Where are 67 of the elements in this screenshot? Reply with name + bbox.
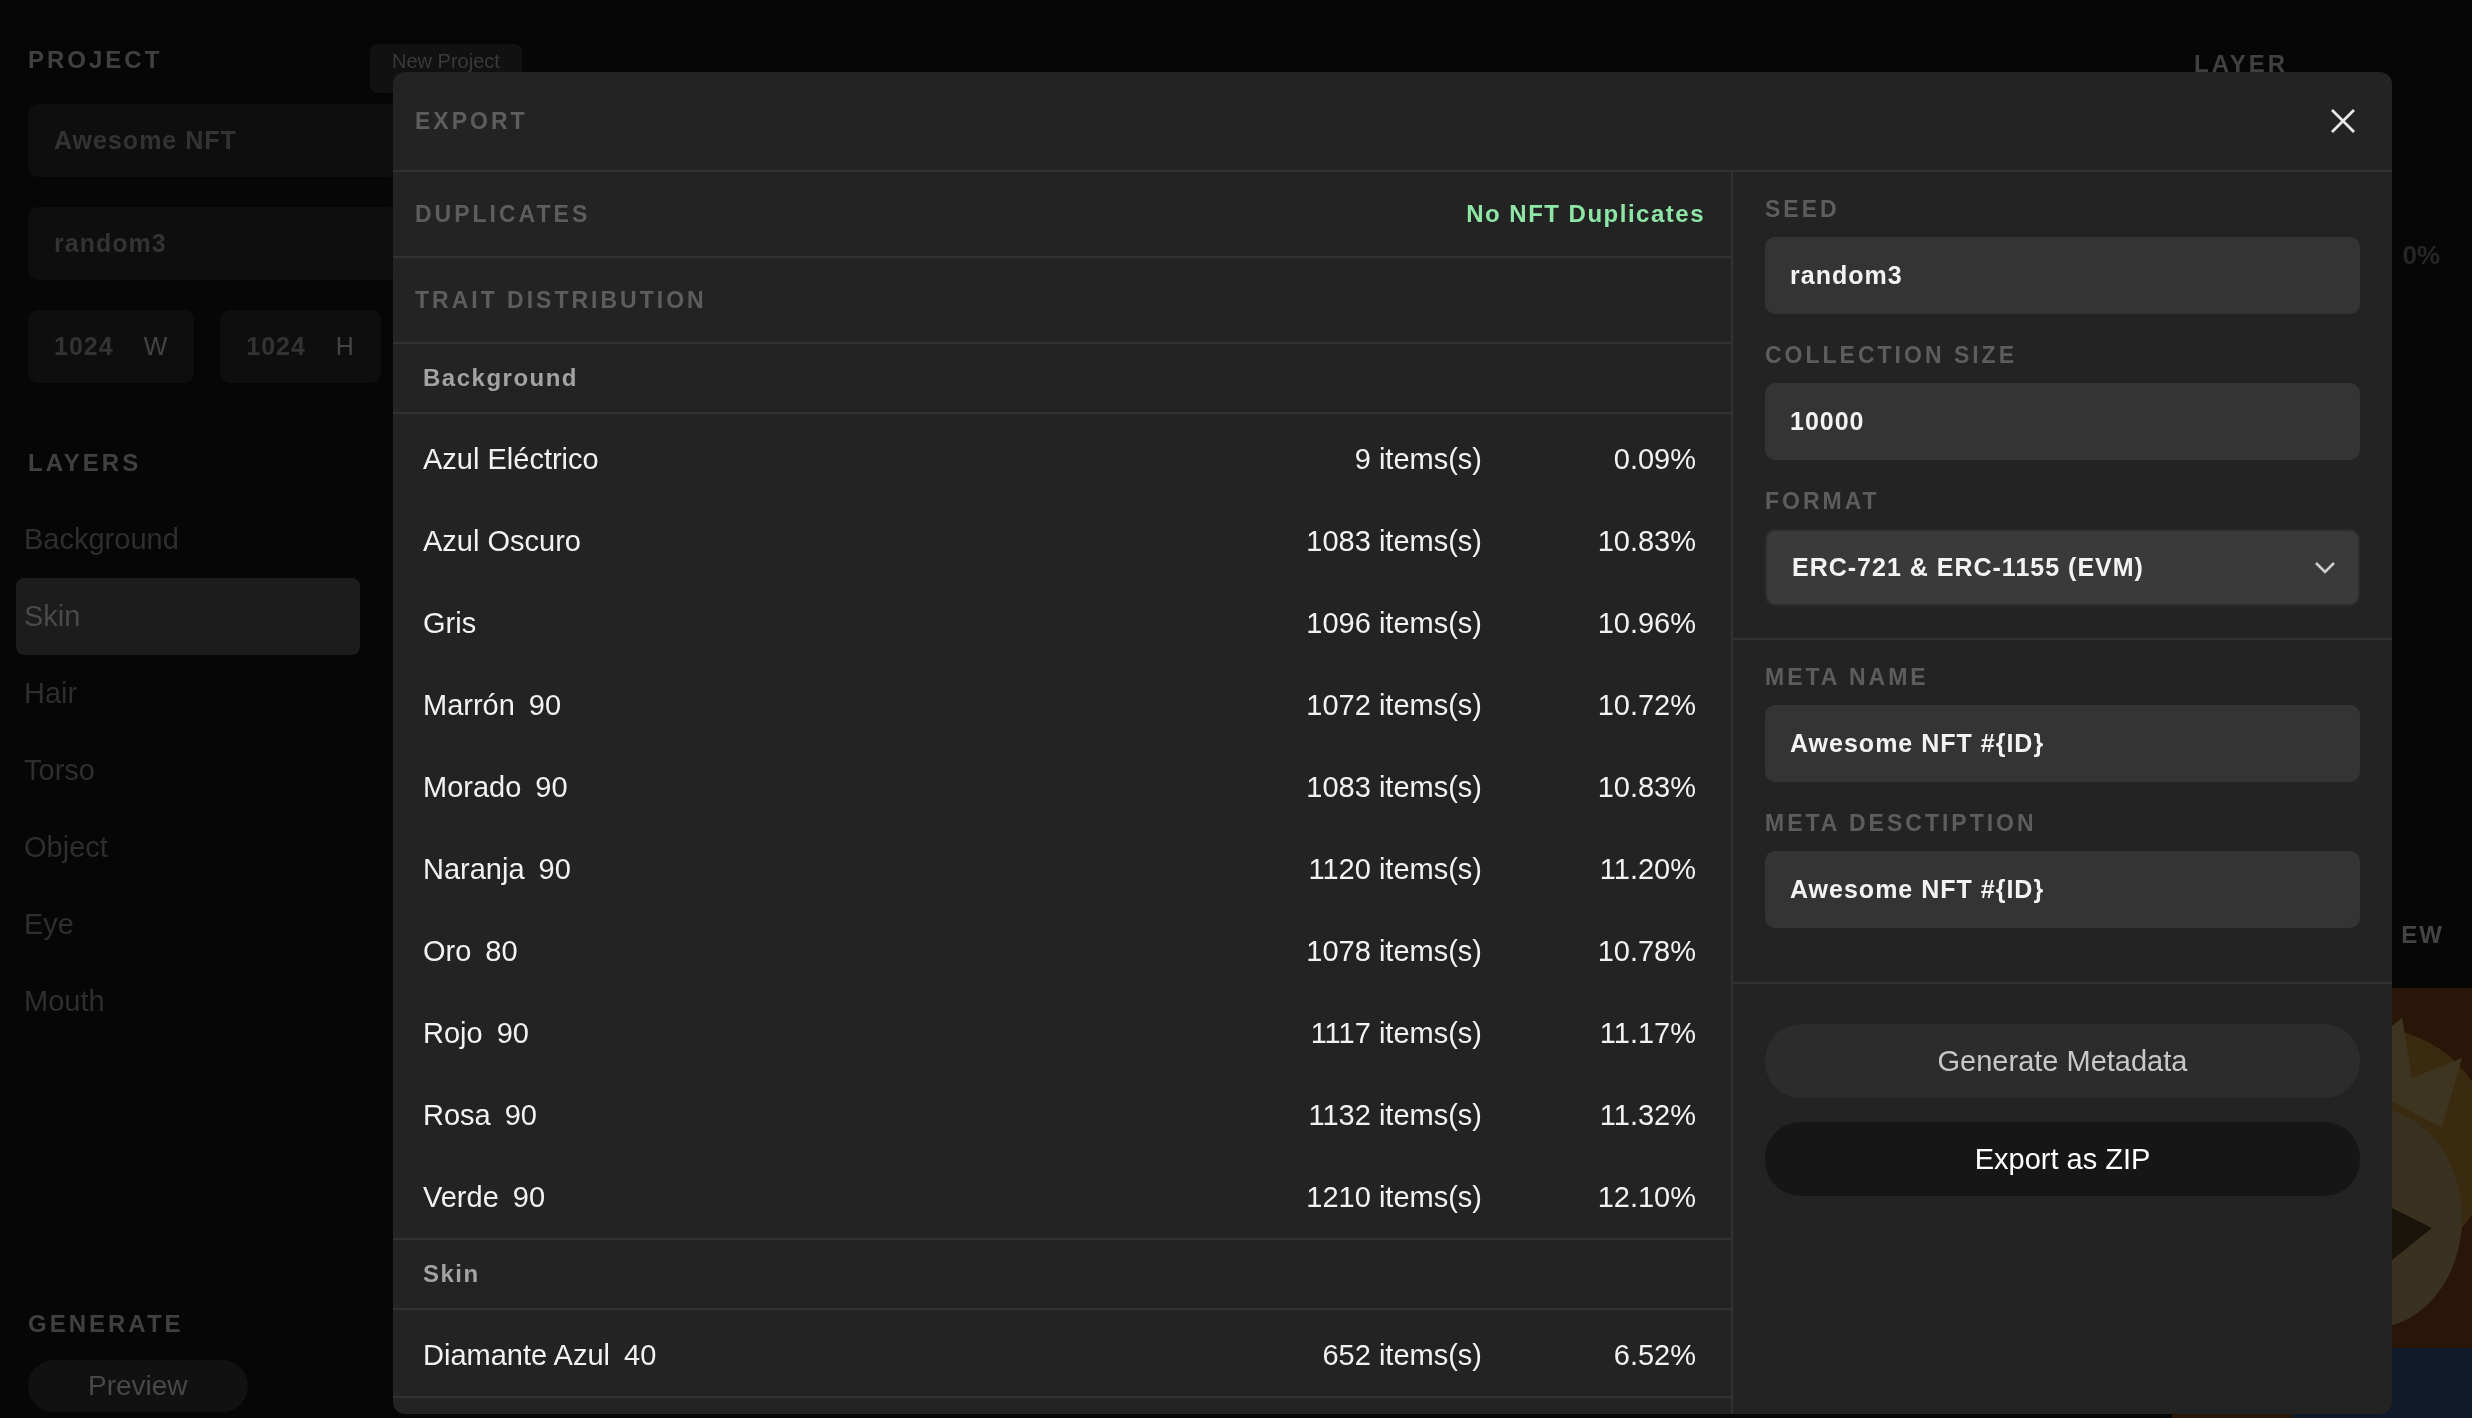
trait-count: 1072 items(s) [1305,688,1482,722]
trait-percent: 0.09% [1612,442,1696,476]
input-field[interactable]: Awesome NFT #{ID} [1765,851,2360,928]
trait-percent: 6.52% [1612,1338,1696,1372]
trait-group-title: Skin [423,1260,480,1288]
input-field[interactable]: random3 [1765,237,2360,314]
chevron-down-icon [2314,560,2336,575]
trait-count: 1083 items(s) [1305,770,1482,804]
field-label: SEED [1765,196,1841,223]
trait-weight: 90 [538,852,571,886]
trait-name: Azul Oscuro [423,524,581,558]
trait-name: Naranja [423,852,525,886]
section-label: EW [2401,921,2444,949]
section-label: LAYER [2194,50,2290,78]
trait-weight: 90 [528,688,562,722]
trait-name: Morado [423,770,522,804]
trait-weight: 90 [535,770,568,804]
trait-percent: 10.96% [1596,606,1696,640]
trait-percent: 10.83% [1596,770,1696,804]
trait-count: 1096 items(s) [1305,606,1482,640]
section-label: PROJECT [28,46,164,74]
trait-weight: 40 [624,1338,657,1372]
trait-name: Verde [423,1180,499,1214]
field-label: META NAME [1765,664,1930,691]
section-label: DUPLICATES [415,200,591,228]
section-label: GENERATE [28,1310,185,1338]
section-label: TRAIT DISTRIBUTION [415,286,707,314]
section-label: LAYERS [28,449,143,477]
trait-weight: 90 [512,1180,546,1214]
format-dropdown[interactable]: ERC-721 & ERC-1155 (EVM) [1765,529,2360,606]
trait-percent: 11.32% [1598,1098,1696,1132]
trait-percent: 12.10% [1596,1180,1696,1214]
trait-weight: 90 [496,1016,529,1050]
trait-name: Rojo [423,1016,483,1050]
duplicates-status: No NFT Duplicates [1466,200,1705,228]
trait-name: Gris [423,606,477,640]
trait-percent: 11.17% [1598,1016,1696,1050]
trait-percent: 10.83% [1596,524,1696,558]
trait-count: 1117 items(s) [1309,1016,1482,1050]
field-label: COLLECTION SIZE [1765,342,2018,369]
trait-weight: 80 [485,934,518,968]
input-field[interactable]: Awesome NFT #{ID} [1765,705,2360,782]
field-label: META DESCTIPTION [1765,810,2038,837]
close-icon [2330,108,2356,134]
trait-count: 1210 items(s) [1305,1180,1482,1214]
trait-count: 1132 items(s) [1307,1098,1482,1132]
trait-name: Diamante Azul [423,1338,610,1372]
field-label: FORMAT [1765,488,1881,515]
input-field[interactable]: 10000 [1765,383,2360,460]
trait-name: Marrón [423,688,515,722]
trait-percent: 10.78% [1596,934,1696,968]
trait-name: Oro [423,934,472,968]
trait-count: 1083 items(s) [1305,524,1482,558]
trait-count: 1120 items(s) [1307,852,1482,886]
dialog-title: EXPORT [415,107,528,135]
trait-name: Rosa [423,1098,491,1132]
trait-weight: 90 [504,1098,537,1132]
action-button[interactable]: Generate Metadata [1765,1024,2360,1098]
trait-count: 652 items(s) [1321,1338,1482,1372]
trait-percent: 11.20% [1598,852,1696,886]
trait-name: Azul Eléctrico [423,442,599,476]
close-button[interactable] [2330,108,2356,134]
trait-count: 1078 items(s) [1305,934,1482,968]
trait-percent: 10.72% [1596,688,1696,722]
trait-count: 9 items(s) [1353,442,1482,476]
action-button[interactable]: Export as ZIP [1765,1122,2360,1196]
trait-group-title: Background [423,364,578,392]
